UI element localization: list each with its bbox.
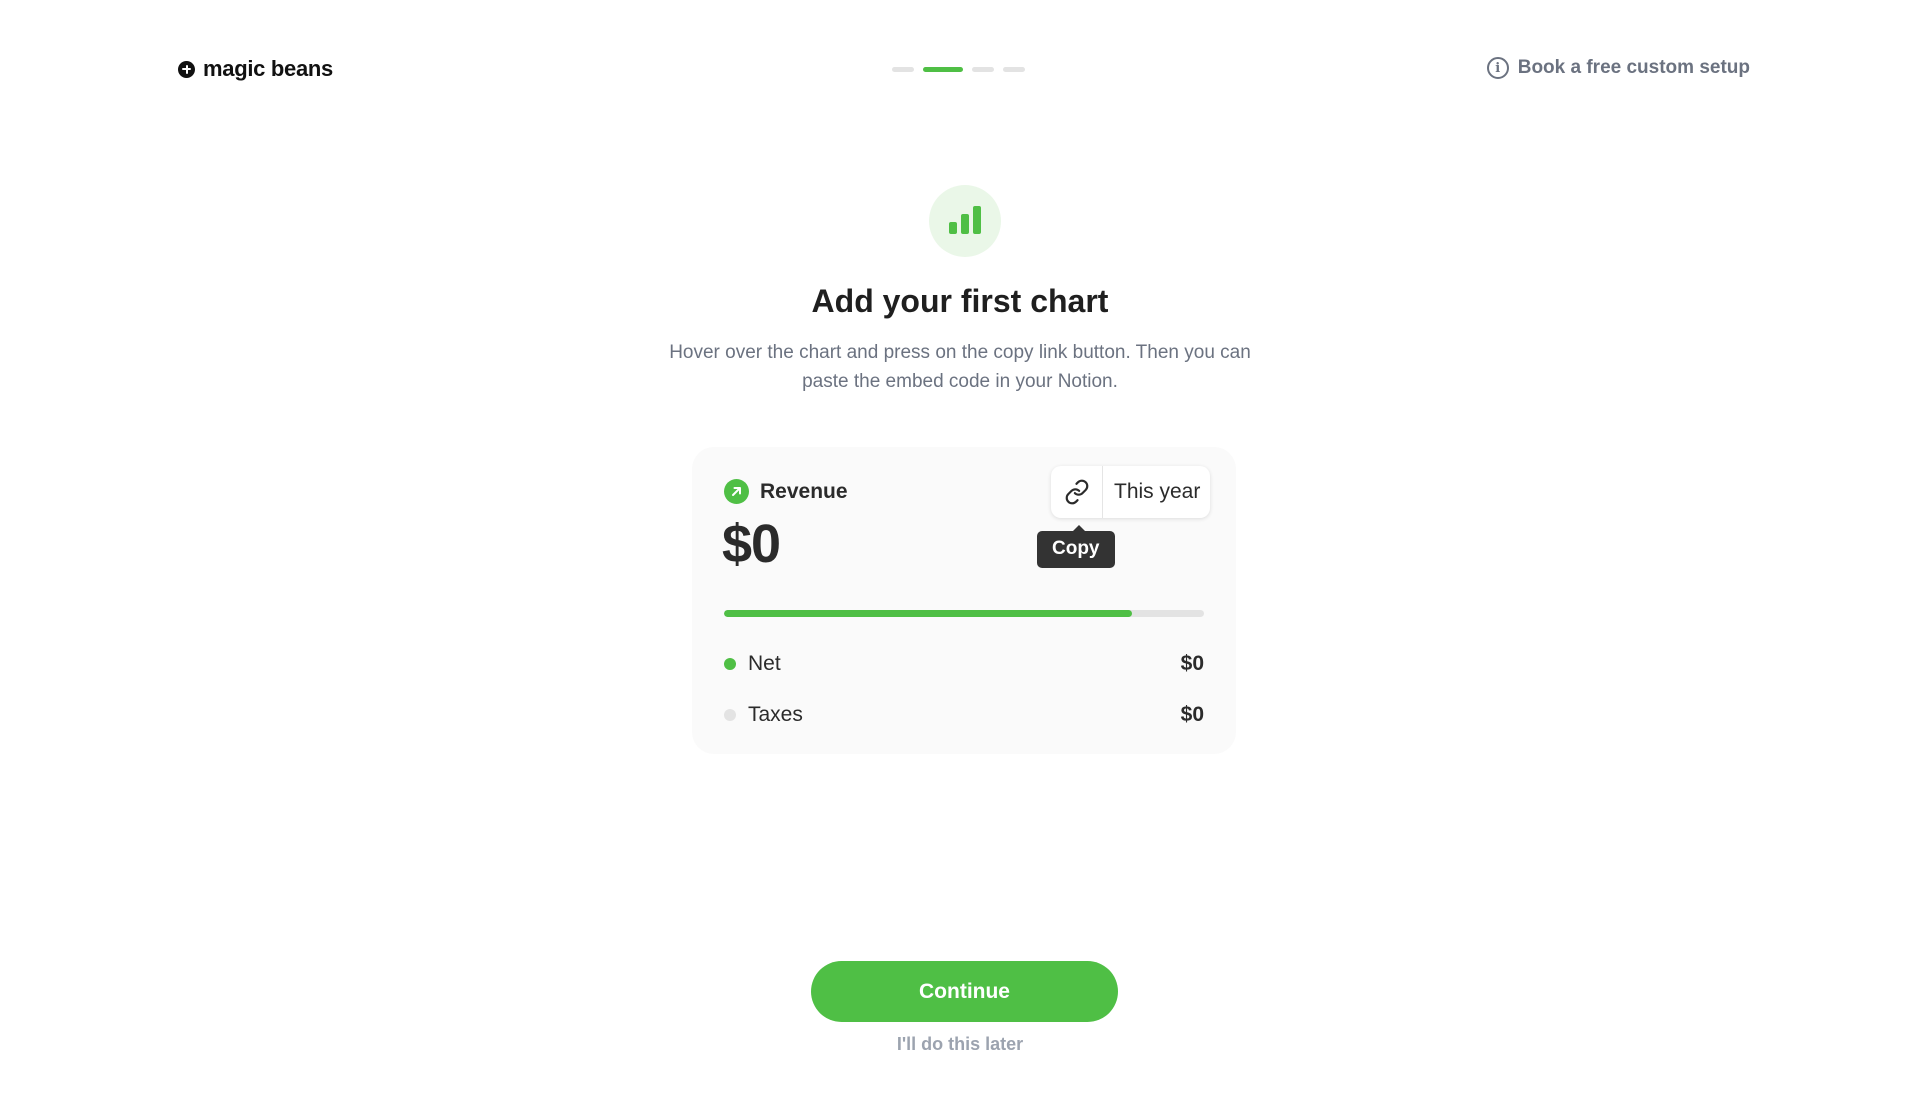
legend-label: Net [748,652,781,675]
legend-label-group: Taxes [724,703,803,727]
book-setup-label: Book a free custom setup [1517,57,1750,78]
period-select[interactable]: This year [1103,466,1210,518]
card-toolbar: This year [1051,466,1211,518]
info-icon: i [1486,57,1509,79]
legend-value: $0 [1180,652,1204,675]
copy-link-button[interactable] [1051,466,1103,518]
legend-row-net: Net $0 [724,652,1204,676]
page-title: Add your first chart [811,283,1109,319]
step-indicator [892,67,1025,72]
bar-chart-icon [929,185,1001,257]
onboarding-page: magic beans i Book a free custom setup A… [0,0,1920,1103]
page-subtitle: Hover over the chart and press on the co… [669,342,1251,392]
revenue-progress-bar [724,610,1204,617]
bar-chart-icon-bar [949,222,957,234]
step-3 [972,67,994,72]
metric-header: Revenue [724,479,848,504]
step-2-active [923,67,963,72]
copy-tooltip: Copy [1037,525,1115,568]
metric-value: $0 [722,514,781,574]
do-later-link[interactable]: I'll do this later [0,1034,1920,1055]
legend-value: $0 [1180,703,1204,726]
revenue-progress-fill [724,610,1132,617]
brand-logo[interactable]: magic beans [178,56,333,82]
bar-chart-icon-bar [961,214,969,234]
link-icon [1065,479,1088,505]
legend-label: Taxes [748,703,803,726]
brand-name: magic beans [203,56,333,81]
book-setup-link[interactable]: i Book a free custom setup [1486,57,1750,79]
revenue-chart-card[interactable]: Revenue $0 This year Copy Net $0 Taxes $… [692,447,1236,754]
bar-chart-icon-bar [973,206,981,234]
metric-label: Revenue [760,479,848,503]
arrow-up-right-icon [724,479,749,504]
legend-row-taxes: Taxes $0 [724,703,1204,727]
step-4 [1003,67,1025,72]
continue-button[interactable]: Continue [811,961,1118,1022]
net-dot-icon [724,658,736,670]
plus-circle-icon [178,60,195,78]
legend-label-group: Net [724,652,781,676]
taxes-dot-icon [724,709,736,721]
step-1 [892,67,914,72]
